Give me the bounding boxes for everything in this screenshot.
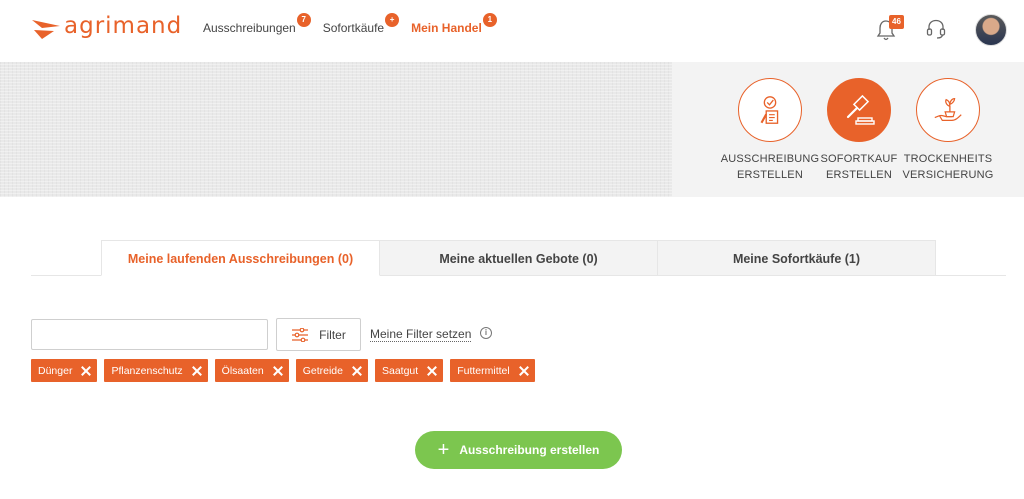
filter-chip[interactable]: Ölsaaten — [214, 359, 289, 382]
quick-actions-panel: AUSSCHREIBUNG ERSTELLEN SOFORTKAUF ERSTE… — [672, 62, 1024, 197]
hero-banner — [0, 62, 672, 197]
create-tender-button[interactable]: + Ausschreibung erstellen — [415, 431, 622, 469]
filter-chip[interactable]: Getreide — [295, 359, 368, 382]
nav-label: Sofortkäufe — [322, 21, 385, 35]
close-icon[interactable] — [427, 366, 437, 376]
logo-text: agrimand — [64, 13, 183, 39]
close-icon[interactable] — [273, 366, 283, 376]
chip-label: Dünger — [38, 364, 73, 377]
filter-button-label: Filter — [319, 327, 346, 342]
plus-icon: + — [437, 439, 450, 461]
chip-label: Pflanzenschutz — [111, 364, 183, 377]
tab-instant-buys[interactable]: Meine Sofortkäufe (1) — [658, 240, 936, 276]
top-header: agrimand Ausschreibungen 7 Sofortkäufe +… — [0, 0, 1024, 62]
action-circle — [827, 78, 891, 142]
sliders-icon — [292, 327, 309, 342]
tab-running-tenders[interactable]: Meine laufenden Ausschreibungen (0) — [101, 240, 380, 276]
filter-chip[interactable]: Futtermittel — [450, 359, 535, 382]
chip-label: Futtermittel — [457, 364, 510, 377]
action-label: AUSSCHREIBUNG ERSTELLEN — [720, 153, 820, 181]
create-tender-action[interactable]: AUSSCHREIBUNG ERSTELLEN — [720, 78, 820, 183]
tab-current-bids[interactable]: Meine aktuellen Gebote (0) — [380, 240, 658, 276]
close-icon[interactable] — [81, 366, 91, 376]
notification-count-badge: 46 — [889, 15, 904, 29]
action-label: TROCKENHEITS VERSICHERUNG — [902, 153, 994, 181]
nav-badge: 1 — [482, 13, 497, 27]
filter-chip[interactable]: Dünger — [31, 359, 98, 382]
filter-chip[interactable]: Saatgut — [374, 359, 444, 382]
action-label: SOFORTKAUF ERSTELLEN — [820, 153, 898, 181]
nav-label: Ausschreibungen — [203, 21, 296, 35]
logo-mark-icon — [32, 20, 60, 39]
trading-tabs: Meine laufenden Ausschreibungen (0) Mein… — [101, 240, 936, 276]
user-avatar[interactable] — [975, 14, 1007, 46]
agrimand-logo[interactable]: agrimand — [30, 12, 182, 40]
filter-button[interactable]: Filter — [276, 318, 361, 351]
checklist-pen-icon — [760, 96, 779, 124]
nav-item-sofortkaeufe[interactable]: Sofortkäufe + — [322, 13, 400, 36]
set-my-filters-link[interactable]: Meine Filter setzen — [370, 327, 472, 342]
nav-badge: + — [385, 13, 400, 27]
headset-icon[interactable] — [925, 18, 947, 40]
chip-label: Ölsaaten — [221, 364, 264, 377]
search-input[interactable] — [31, 319, 268, 350]
chip-label: Saatgut — [381, 364, 419, 377]
filter-chip[interactable]: Pflanzenschutz — [104, 359, 208, 382]
main-nav: Ausschreibungen 7 Sofortkäufe + Mein Han… — [203, 13, 509, 36]
nav-item-mein-handel[interactable]: Mein Handel 1 — [411, 13, 497, 36]
close-icon[interactable] — [352, 366, 362, 376]
hand-plant-icon — [934, 98, 962, 122]
close-icon[interactable] — [519, 366, 529, 376]
filter-chips: Dünger Pflanzenschutz Ölsaaten Getreide … — [31, 359, 542, 382]
info-icon[interactable]: i — [480, 327, 492, 339]
chip-label: Getreide — [302, 364, 343, 377]
create-instant-buy-action[interactable]: SOFORTKAUF ERSTELLEN — [809, 78, 909, 183]
nav-item-ausschreibungen[interactable]: Ausschreibungen 7 — [203, 13, 311, 36]
close-icon[interactable] — [192, 366, 202, 376]
nav-label: Mein Handel — [411, 21, 482, 35]
action-circle — [916, 78, 980, 142]
cta-label: Ausschreibung erstellen — [459, 443, 600, 457]
gavel-icon — [846, 94, 875, 125]
action-circle — [738, 78, 802, 142]
drought-insurance-action[interactable]: TROCKENHEITS VERSICHERUNG — [898, 78, 998, 183]
nav-badge: 7 — [296, 13, 311, 27]
